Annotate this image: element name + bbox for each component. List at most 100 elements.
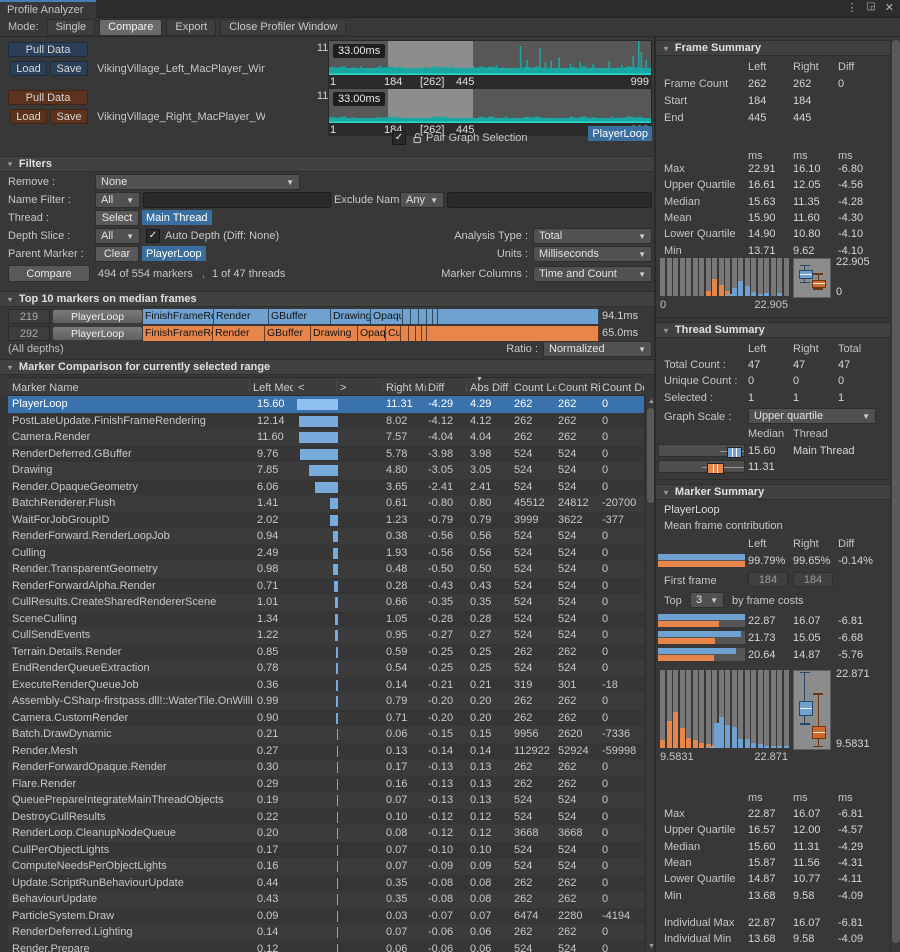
first-frame-left-button[interactable]: 184 xyxy=(748,572,788,587)
pull-data-button-left[interactable]: Pull Data xyxy=(8,42,88,57)
marker-summary-histogram[interactable] xyxy=(660,670,790,748)
column-header-left-median[interactable]: Left Median xyxy=(253,382,293,394)
table-row[interactable]: Update.ScriptRunBehaviourUpdate0.440.35-… xyxy=(8,875,644,892)
playerloop-segment-button[interactable]: PlayerLoop xyxy=(52,309,143,324)
table-row[interactable]: Render.Mesh0.270.13-0.140.1411292252924-… xyxy=(8,743,644,760)
marker-segment[interactable]: FinishFrameRendering xyxy=(143,326,213,341)
marker-segment[interactable]: OpaqueGeometry xyxy=(371,309,403,324)
playerloop-segment-button[interactable]: PlayerLoop xyxy=(52,326,143,341)
pull-data-button-right[interactable]: Pull Data xyxy=(8,90,88,105)
column-separator[interactable] xyxy=(294,381,295,392)
units-dropdown[interactable]: Milliseconds▼ xyxy=(533,246,652,262)
table-row[interactable]: PlayerLoop15.6011.31-4.294.292622620 xyxy=(8,396,644,413)
table-row[interactable]: RenderLoop.CleanupNodeQueue0.200.08-0.12… xyxy=(8,825,644,842)
save-button-right[interactable]: Save xyxy=(50,109,88,124)
marker-segment[interactable]: Culling xyxy=(386,326,401,341)
median-frame-index[interactable]: 292 xyxy=(8,326,50,341)
table-row[interactable]: Camera.CustomRender0.900.71-0.200.202622… xyxy=(8,710,644,727)
name-filter-input[interactable] xyxy=(143,192,331,208)
marker-segment[interactable] xyxy=(411,309,419,324)
table-row[interactable]: RenderForwardAlpha.Render0.710.28-0.430.… xyxy=(8,578,644,595)
name-filter-mode-dropdown[interactable]: All▼ xyxy=(95,192,140,208)
tab-profile-analyzer[interactable]: Profile Analyzer xyxy=(0,0,96,18)
frame-summary-histogram[interactable] xyxy=(660,258,790,296)
marker-segment[interactable]: Drawing xyxy=(331,309,371,324)
column-header-diff[interactable]: Diff xyxy=(428,382,466,394)
graph-marker-chip[interactable]: PlayerLoop xyxy=(588,126,652,141)
load-button-left[interactable]: Load xyxy=(10,61,47,76)
ratio-dropdown[interactable]: Normalized▼ xyxy=(543,341,652,357)
table-row[interactable]: Culling2.491.93-0.560.565245240 xyxy=(8,545,644,562)
marker-segment[interactable]: GBuffer xyxy=(269,309,331,324)
comparison-table-header[interactable]: Marker NameLeft Median <>Right MedianDiff… xyxy=(8,377,644,396)
remove-dropdown[interactable]: None▼ xyxy=(95,174,300,190)
top10-header[interactable]: ▼ Top 10 markers on median frames xyxy=(0,291,654,307)
column-separator[interactable] xyxy=(598,381,599,392)
lock-icon[interactable] xyxy=(411,132,423,144)
table-row[interactable]: CullPerObjectLights0.170.07-0.100.105245… xyxy=(8,842,644,859)
thread-range-slider[interactable] xyxy=(658,460,745,473)
marker-segment[interactable] xyxy=(427,326,599,341)
marker-segment[interactable]: Render xyxy=(213,326,265,341)
maximize-icon[interactable]: ◲ xyxy=(866,1,875,14)
analysis-type-dropdown[interactable]: Total▼ xyxy=(533,228,652,244)
table-row[interactable]: Render.Prepare0.120.06-0.060.065245240 xyxy=(8,941,644,952)
filters-header[interactable]: ▼ Filters xyxy=(0,156,654,172)
table-row[interactable]: Terrain.Details.Render0.850.59-0.250.252… xyxy=(8,644,644,661)
table-row[interactable]: Render.TransparentGeometry0.980.48-0.500… xyxy=(8,561,644,578)
column-separator[interactable] xyxy=(554,381,555,392)
mode-button-close-profiler-window[interactable]: Close Profiler Window xyxy=(220,19,346,36)
table-row[interactable]: CullSendEvents1.220.95-0.270.275245240 xyxy=(8,627,644,644)
top-n-dropdown[interactable]: 3▼ xyxy=(690,592,724,608)
table-row[interactable]: ParticleSystem.Draw0.090.03-0.070.076474… xyxy=(8,908,644,925)
marker-segment[interactable] xyxy=(403,309,411,324)
column-separator[interactable] xyxy=(249,381,250,392)
table-row[interactable]: WaitForJobGroupID2.021.23-0.790.79399936… xyxy=(8,512,644,529)
marker-summary-header[interactable]: ▼Marker Summary xyxy=(656,484,890,500)
exclude-names-input[interactable] xyxy=(447,192,652,208)
table-row[interactable]: Assembly-CSharp-firstpass.dll!::WaterTil… xyxy=(8,693,644,710)
pair-graph-checkbox[interactable]: ✓ xyxy=(392,131,406,145)
column-header-count-delta[interactable]: Count Delta xyxy=(602,382,644,394)
marker-segment[interactable] xyxy=(401,326,409,341)
marker-segment[interactable]: OpaqueGeometry xyxy=(358,326,386,341)
save-button-left[interactable]: Save xyxy=(50,61,88,76)
table-row[interactable]: EndRenderQueueExtraction0.780.54-0.250.2… xyxy=(8,660,644,677)
column-separator[interactable] xyxy=(424,381,425,392)
thread-range-slider[interactable] xyxy=(658,444,745,457)
table-row[interactable]: RenderForward.RenderLoopJob0.940.38-0.56… xyxy=(8,528,644,545)
column-header-marker-name[interactable]: Marker Name xyxy=(12,382,250,394)
marker-segment[interactable] xyxy=(438,309,599,324)
panel-scrollbar[interactable] xyxy=(890,37,900,952)
table-row[interactable]: BehaviourUpdate0.430.35-0.080.082622620 xyxy=(8,891,644,908)
table-row[interactable]: ExecuteRenderQueueJob0.360.14-0.210.2131… xyxy=(8,677,644,694)
first-frame-right-button[interactable]: 184 xyxy=(793,572,833,587)
graph-scale-dropdown[interactable]: Upper quartile▼ xyxy=(748,408,876,424)
median-frame-index[interactable]: 219 xyxy=(8,309,50,324)
table-row[interactable]: Flare.Render0.290.16-0.130.132622620 xyxy=(8,776,644,793)
frame-time-graph-right[interactable]: 33.00ms xyxy=(328,88,652,124)
load-button-right[interactable]: Load xyxy=(10,109,47,124)
marker-segment[interactable] xyxy=(419,309,427,324)
table-row[interactable]: Batch.DrawDynamic0.210.06-0.150.15995626… xyxy=(8,726,644,743)
thread-select-button[interactable]: Select xyxy=(95,210,139,226)
column-separator[interactable] xyxy=(336,381,337,392)
frame-time-graph-left[interactable]: 33.00ms xyxy=(328,40,652,76)
column-separator[interactable] xyxy=(466,381,467,392)
marker-comparison-header[interactable]: ▼ Marker Comparison for currently select… xyxy=(0,359,654,375)
marker-segment[interactable]: Drawing xyxy=(311,326,358,341)
menu-icon[interactable]: ⋮ xyxy=(846,1,857,14)
column-header->[interactable]: > xyxy=(340,382,384,394)
column-header-<[interactable]: < xyxy=(298,382,338,394)
table-row[interactable]: Render.OpaqueGeometry6.063.65-2.412.4152… xyxy=(8,479,644,496)
table-row[interactable]: SceneCulling1.341.05-0.280.285245240 xyxy=(8,611,644,628)
marker-segment[interactable]: Render xyxy=(214,309,269,324)
table-row[interactable]: RenderForwardOpaque.Render0.300.17-0.130… xyxy=(8,759,644,776)
marker-columns-dropdown[interactable]: Time and Count▼ xyxy=(533,266,652,282)
table-row[interactable]: ComputeNeedsPerObjectLights0.160.07-0.09… xyxy=(8,858,644,875)
column-header-right-median[interactable]: Right Median xyxy=(386,382,426,394)
frame-summary-header[interactable]: ▼Frame Summary xyxy=(656,40,890,56)
table-row[interactable]: CullResults.CreateSharedRendererScene1.0… xyxy=(8,594,644,611)
marker-segment[interactable] xyxy=(409,326,416,341)
mode-button-export[interactable]: Export xyxy=(166,19,216,36)
